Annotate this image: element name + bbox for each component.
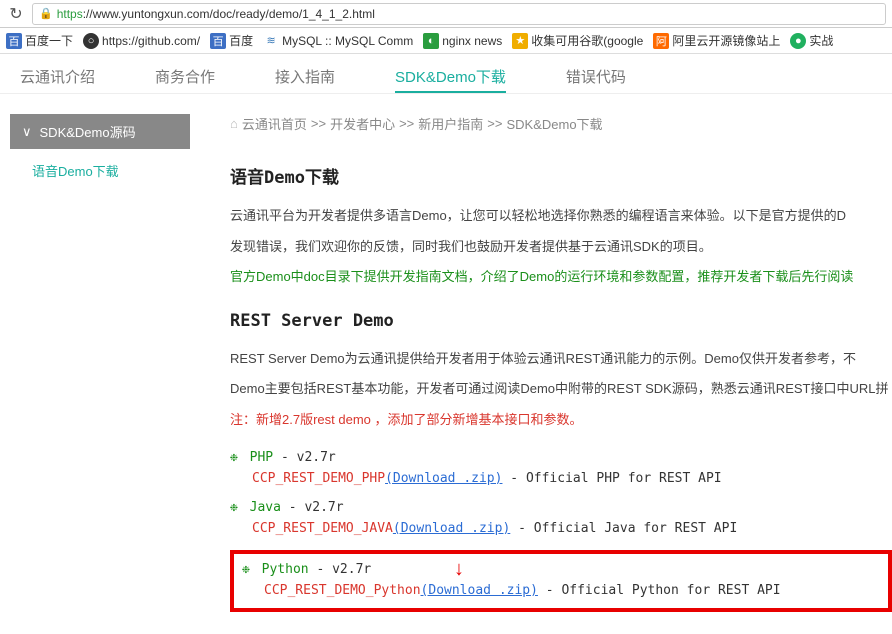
bookmark-aliyun[interactable]: 阿阿里云开源镜像站上 xyxy=(653,32,780,49)
bookmark-baidu[interactable]: 百百度一下 xyxy=(6,32,73,49)
crumb-guide[interactable]: 新用户指南 xyxy=(418,114,483,133)
top-nav: 云通讯介绍 商务合作 接入指南 SDK&Demo下载 错误代码 xyxy=(0,54,892,94)
highlight-python: ↓ ❉ Python - v2.7r CCP_REST_DEMO_Python(… xyxy=(230,550,892,612)
rest-para-1: REST Server Demo为云通讯提供给开发者用于体验云通讯REST通讯能… xyxy=(230,347,892,372)
url-protocol: https xyxy=(57,7,83,21)
nav-intro[interactable]: 云通讯介绍 xyxy=(20,66,95,93)
bullet-icon: ❉ xyxy=(230,450,238,465)
bookmarks-bar: 百百度一下 ○https://github.com/ 百百度 ≋MySQL ::… xyxy=(0,28,892,54)
sidebar-heading[interactable]: ∨ SDK&Demo源码 xyxy=(10,114,190,149)
nav-business[interactable]: 商务合作 xyxy=(155,66,215,93)
voice-green-note: 官方Demo中doc目录下提供开发指南文档，介绍了Demo的运行环境和参数配置，… xyxy=(230,265,892,288)
demo-sub-python: CCP_REST_DEMO_Python(Download .zip) - Of… xyxy=(264,583,880,598)
main-content: ⌂ 云通讯首页>> 开发者中心>> 新用户指南>> SDK&Demo下载 语音D… xyxy=(200,94,892,632)
browser-url-bar: ↻ 🔒 https ://www.yuntongxun.com/doc/read… xyxy=(0,0,892,28)
crumb-home[interactable]: 云通讯首页 xyxy=(242,114,307,133)
demo-item-php: ❉ PHP - v2.7r xyxy=(230,450,892,465)
voice-para-2: 发现错误，我们欢迎你的反馈，同时我们也鼓励开发者提供基于云通讯SDK的项目。 xyxy=(230,235,892,260)
rest-red-note: 注：新增2.7版rest demo ，添加了部分新增基本接口和参数。 xyxy=(230,408,892,431)
favicon-aliyun: 阿 xyxy=(653,33,669,49)
sidebar: ∨ SDK&Demo源码 语音Demo下载 xyxy=(0,94,200,632)
sidebar-link-voice-demo[interactable]: 语音Demo下载 xyxy=(10,149,190,180)
demo-item-java: ❉ Java - v2.7r xyxy=(230,500,892,515)
crumb-current: SDK&Demo下载 xyxy=(506,114,602,133)
demo-lang: Python xyxy=(262,562,309,577)
download-link-php[interactable]: (Download .zip) xyxy=(385,471,502,486)
lock-icon: 🔒 xyxy=(39,7,53,20)
bullet-icon: ❉ xyxy=(230,500,238,515)
favicon-baidu2: 百 xyxy=(210,33,226,49)
crumb-dev[interactable]: 开发者中心 xyxy=(330,114,395,133)
chevron-down-icon: ∨ xyxy=(22,124,32,140)
reload-icon[interactable]: ↻ xyxy=(6,4,26,24)
nav-sdk-demo[interactable]: SDK&Demo下载 xyxy=(395,66,506,93)
favicon-baidu: 百 xyxy=(6,33,22,49)
favicon-mysql: ≋ xyxy=(263,33,279,49)
bookmark-mysql[interactable]: ≋MySQL :: MySQL Comm xyxy=(263,33,413,49)
favicon-github: ○ xyxy=(83,33,99,49)
url-input[interactable]: 🔒 https ://www.yuntongxun.com/doc/ready/… xyxy=(32,3,886,25)
home-icon: ⌂ xyxy=(230,116,238,131)
favicon-google: ★ xyxy=(512,33,528,49)
demo-desc: Official PHP for REST API xyxy=(526,471,722,486)
section-voice-title: 语音Demo下载 xyxy=(230,163,892,188)
demo-desc: Official Java for REST API xyxy=(534,521,738,536)
demo-lang: PHP xyxy=(250,450,273,465)
demo-pkg: CCP_REST_DEMO_JAVA xyxy=(252,521,393,536)
demo-sub-php: CCP_REST_DEMO_PHP(Download .zip) - Offic… xyxy=(252,471,892,486)
arrow-annotation-icon: ↓ xyxy=(454,558,464,581)
bookmark-nginx[interactable]: ◐nginx news xyxy=(423,33,502,49)
url-path: ://www.yuntongxun.com/doc/ready/demo/1_4… xyxy=(83,7,375,21)
bullet-icon: ❉ xyxy=(242,562,250,577)
bookmark-github[interactable]: ○https://github.com/ xyxy=(83,33,200,49)
bookmark-baidu2[interactable]: 百百度 xyxy=(210,32,253,49)
breadcrumb: ⌂ 云通讯首页>> 开发者中心>> 新用户指南>> SDK&Demo下载 xyxy=(230,114,892,133)
demo-sub-java: CCP_REST_DEMO_JAVA(Download .zip) - Offi… xyxy=(252,521,892,536)
download-link-java[interactable]: (Download .zip) xyxy=(393,521,510,536)
bookmark-google[interactable]: ★收集可用谷歌(google xyxy=(512,32,643,49)
nav-guide[interactable]: 接入指南 xyxy=(275,66,335,93)
section-rest-title: REST Server Demo xyxy=(230,311,892,331)
rest-para-2: Demo主要包括REST基本功能，开发者可通过阅读Demo中附带的REST SD… xyxy=(230,377,892,402)
bookmark-shizhan[interactable]: ●实战 xyxy=(790,32,833,49)
favicon-nginx: ◐ xyxy=(423,33,439,49)
favicon-360: ● xyxy=(790,33,806,49)
voice-para-1: 云通讯平台为开发者提供多语言Demo，让您可以轻松地选择你熟悉的编程语言来体验。… xyxy=(230,204,892,229)
demo-pkg: CCP_REST_DEMO_Python xyxy=(264,583,421,598)
demo-desc: Official Python for REST API xyxy=(561,583,780,598)
demo-item-python: ❉ Python - v2.7r xyxy=(242,562,880,577)
download-link-python[interactable]: (Download .zip) xyxy=(421,583,538,598)
demo-lang: Java xyxy=(250,500,281,515)
nav-errors[interactable]: 错误代码 xyxy=(566,66,626,93)
demo-pkg: CCP_REST_DEMO_PHP xyxy=(252,471,385,486)
